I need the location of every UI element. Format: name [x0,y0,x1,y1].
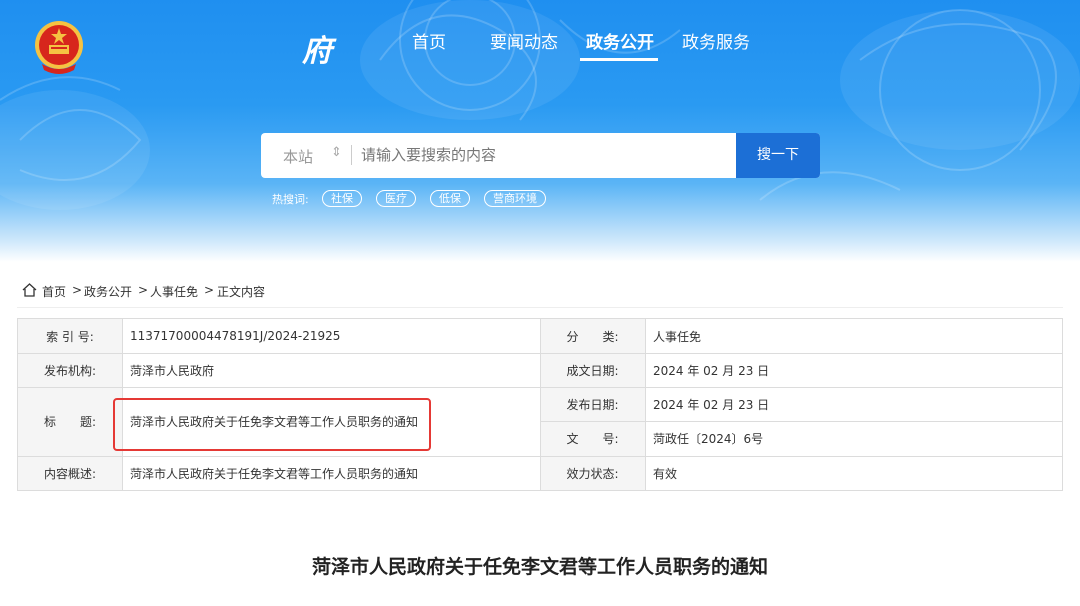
hot-tag-medical[interactable]: 医疗 [376,190,416,207]
breadcrumb: 首页 > 政务公开 > 人事任免 > 正文内容 [17,272,1063,308]
nav-item-news[interactable]: 要闻动态 [490,28,558,53]
search-button[interactable]: 搜一下 [736,133,820,178]
nav-active-underline [580,58,658,61]
index-label: 索 引 号: [18,319,122,353]
title-label: 标 题: [18,387,122,456]
breadcrumb-separator: > [204,283,215,297]
table-divider [540,319,541,490]
hot-tag-social-security[interactable]: 社保 [322,190,362,207]
summary-label: 内容概述: [18,456,122,490]
national-emblem-icon [35,21,83,74]
published-date-value: 2024 年 02 月 23 日 [653,397,770,412]
table-divider [645,319,646,490]
home-icon[interactable] [22,283,37,297]
category-label: 分 类: [540,319,645,353]
table-divider [540,421,1062,422]
breadcrumb-government-affairs[interactable]: 政务公开 [84,283,132,300]
nav-item-services[interactable]: 政务服务 [682,28,750,53]
search-input[interactable] [361,140,721,170]
status-value: 有效 [653,466,678,481]
breadcrumb-personnel[interactable]: 人事任免 [150,283,198,300]
search-divider [351,145,352,165]
publisher-label: 发布机构: [18,353,122,387]
breadcrumb-separator: > [72,283,83,297]
created-date-value: 2024 年 02 月 23 日 [653,363,770,378]
updown-arrow-icon[interactable]: ⇕ [331,145,342,160]
created-date-label: 成文日期: [540,353,645,387]
published-date-label: 发布日期: [540,387,645,421]
header-banner: 府 首页 要闻动态 政务公开 政务服务 本站 ⇕ 搜一下 热搜词: 社保 医疗 … [0,0,1080,262]
summary-value: 菏泽市人民政府关于任免李文君等工作人员职务的通知 [130,466,419,481]
breadcrumb-home[interactable]: 首页 [42,283,66,300]
title-highlight-box [113,398,431,451]
doc-number-label: 文 号: [540,421,645,456]
article-title: 菏泽市人民政府关于任免李文君等工作人员职务的通知 [311,556,768,578]
hot-tag-subsistence[interactable]: 低保 [430,190,470,207]
nav-item-government-affairs[interactable]: 政务公开 [586,28,654,53]
status-label: 效力状态: [540,456,645,490]
hot-tag-business-environment[interactable]: 营商环境 [484,190,546,207]
category-value: 人事任免 [653,329,702,344]
publisher-value: 菏泽市人民政府 [130,363,215,378]
search-scope-select[interactable]: 本站 [283,146,313,167]
breadcrumb-separator: > [138,283,149,297]
search-box: 本站 ⇕ 搜一下 [261,133,820,178]
breadcrumb-current: 正文内容 [217,285,266,299]
index-value: 11371700004478191J/2024-21925 [130,329,341,343]
site-logo-text[interactable]: 府 [302,26,333,70]
nav-item-home[interactable]: 首页 [412,28,446,53]
doc-number-value: 菏政任〔2024〕6号 [653,432,764,446]
hot-search-label: 热搜词: [272,193,309,206]
